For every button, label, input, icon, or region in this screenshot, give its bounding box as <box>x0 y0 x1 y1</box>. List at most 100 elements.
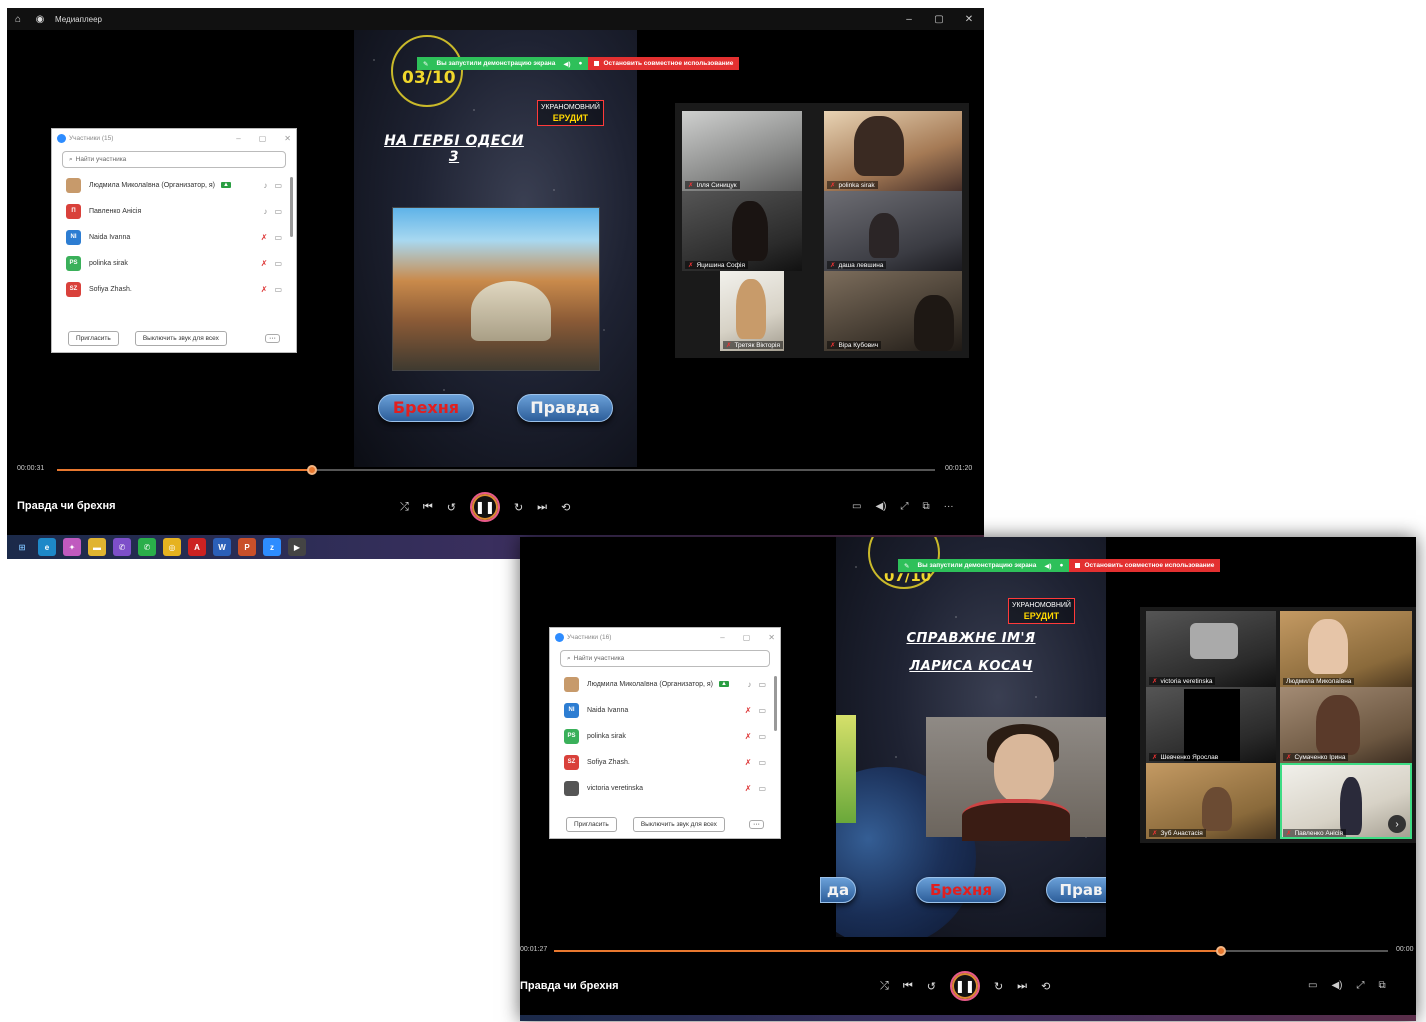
rewind-10-icon[interactable]: ↺ <box>447 501 456 514</box>
minimize-button[interactable]: – <box>894 14 924 25</box>
answer-truth-button[interactable]: Прав <box>1046 877 1106 903</box>
seek-bar[interactable] <box>554 946 1388 956</box>
volume-icon[interactable]: ◀) <box>875 501 886 512</box>
next-icon[interactable]: ⏭ <box>537 501 547 514</box>
chrome-icon[interactable]: ◎ <box>163 538 181 556</box>
maximize-button[interactable]: ▢ <box>924 14 954 25</box>
camera-icon[interactable]: ▭ <box>758 706 766 715</box>
mic-icon[interactable]: ♪ <box>747 680 751 689</box>
camera-icon[interactable]: ▭ <box>758 732 766 741</box>
participant-search-input[interactable]: ⌕ Найти участника <box>62 151 286 168</box>
minimize-icon[interactable]: – <box>236 134 240 143</box>
muted-mic-icon[interactable]: ✗ <box>745 758 752 767</box>
video-tile[interactable]: ✗ даша левшина <box>824 191 962 271</box>
forward-30-icon[interactable]: ↻ <box>994 980 1003 993</box>
camera-icon[interactable]: ▭ <box>274 233 282 242</box>
participant-row[interactable]: PS polinka sirak ✗ ▭ <box>52 250 296 276</box>
close-icon[interactable]: ✕ <box>768 633 775 642</box>
stop-sharing-button[interactable]: Остановить совместное использование <box>588 57 740 70</box>
pause-button[interactable]: ❚❚ <box>469 492 500 522</box>
repeat-icon[interactable]: ⟲ <box>1041 980 1050 993</box>
miniplayer-icon[interactable]: ⧉ <box>1378 980 1385 991</box>
participant-row[interactable]: PS polinka sirak ✗ ▭ <box>550 723 780 749</box>
mic-icon[interactable]: ♪ <box>263 181 267 190</box>
video-tile[interactable]: ✗ Шевченко Ярослав <box>1146 687 1276 763</box>
participant-row[interactable]: NI Naida Ivanna ✗ ▭ <box>52 224 296 250</box>
edge-icon[interactable]: e <box>38 538 56 556</box>
camera-icon[interactable]: ▭ <box>758 758 766 767</box>
pause-button[interactable]: ❚❚ <box>949 971 980 1001</box>
video-tile[interactable]: ✗ Яцишина Софія <box>682 191 802 271</box>
more-icon[interactable]: ··· <box>944 501 954 512</box>
more-options-button[interactable]: ··· <box>265 334 280 343</box>
mute-all-button[interactable]: Выключить звук для всех <box>134 331 227 346</box>
whatsapp-icon[interactable]: ✆ <box>138 538 156 556</box>
participant-row[interactable]: Людмила Миколаївна (Организатор, я) ▲ ♪ ▭ <box>52 172 296 198</box>
home-icon[interactable]: ⌂ <box>7 14 29 25</box>
more-options-button[interactable]: ··· <box>749 820 764 829</box>
video-tile[interactable]: Людмила Миколаївна <box>1280 611 1412 687</box>
muted-mic-icon[interactable]: ✗ <box>745 732 752 741</box>
answer-lie-button[interactable]: Брехня <box>916 877 1006 903</box>
participants-scrollbar[interactable] <box>774 676 777 731</box>
participant-row[interactable]: SZ Sofiya Zhash. ✗ ▭ <box>550 749 780 775</box>
answer-truth-button[interactable]: Правда <box>517 394 613 422</box>
camera-icon[interactable]: ▭ <box>274 181 282 190</box>
subtitles-icon[interactable]: ▭ <box>1308 980 1317 991</box>
seek-bar[interactable] <box>57 465 935 475</box>
muted-mic-icon[interactable]: ✗ <box>261 259 268 268</box>
minimize-icon[interactable]: – <box>720 633 724 642</box>
muted-mic-icon[interactable]: ✗ <box>745 784 752 793</box>
repeat-icon[interactable]: ⟲ <box>561 501 570 514</box>
muted-mic-icon[interactable]: ✗ <box>745 706 752 715</box>
file-explorer-icon[interactable]: ▬ <box>88 538 106 556</box>
close-icon[interactable]: ✕ <box>284 134 291 143</box>
participant-row[interactable]: Людмила Миколаївна (Организатор, я) ▲ ♪ ▭ <box>550 671 780 697</box>
seek-knob[interactable] <box>306 465 317 475</box>
muted-mic-icon[interactable]: ✗ <box>261 233 268 242</box>
powerpoint-icon[interactable]: P <box>238 538 256 556</box>
video-tile-active[interactable]: ✗ Павленко Анісія › <box>1280 763 1412 839</box>
camera-icon[interactable]: ▭ <box>274 285 282 294</box>
viber-icon[interactable]: ✆ <box>113 538 131 556</box>
zoom-icon[interactable]: z <box>263 538 281 556</box>
answer-lie-button[interactable]: Брехня <box>378 394 474 422</box>
seek-knob[interactable] <box>1216 946 1227 956</box>
word-icon[interactable]: W <box>213 538 231 556</box>
participant-row[interactable]: NI Naida Ivanna ✗ ▭ <box>550 697 780 723</box>
shuffle-icon[interactable]: ⤮ <box>880 980 889 993</box>
shuffle-icon[interactable]: ⤮ <box>400 501 409 514</box>
video-tile[interactable]: ✗ polinka sirak <box>824 111 962 191</box>
video-tile[interactable]: ✗ Сумаченко Ірина <box>1280 687 1412 763</box>
camera-icon[interactable]: ▭ <box>758 784 766 793</box>
miniplayer-icon[interactable]: ⧉ <box>922 501 929 512</box>
participant-search-input[interactable]: ⌕ Найти участника <box>560 650 770 667</box>
stop-sharing-button[interactable]: Остановить совместное использование <box>1069 559 1221 572</box>
maximize-icon[interactable]: ▢ <box>259 134 267 143</box>
gallery-next-icon[interactable]: › <box>1388 815 1406 833</box>
invite-button[interactable]: Пригласить <box>68 331 119 346</box>
camera-icon[interactable]: ▭ <box>274 207 282 216</box>
fullscreen-icon[interactable]: ⤢ <box>1356 980 1364 991</box>
rewind-10-icon[interactable]: ↺ <box>927 980 936 993</box>
next-icon[interactable]: ⏭ <box>1017 980 1027 993</box>
windows-start-icon[interactable]: ⊞ <box>13 538 31 556</box>
video-tile[interactable]: ✗ Зуб Анастасія <box>1146 763 1276 839</box>
previous-icon[interactable]: ⏮ <box>423 501 433 514</box>
invite-button[interactable]: Пригласить <box>566 817 617 832</box>
participants-scrollbar[interactable] <box>290 177 293 237</box>
fullscreen-icon[interactable]: ⤢ <box>900 501 908 512</box>
camera-icon[interactable]: ▭ <box>758 680 766 689</box>
media-player-taskbar-icon[interactable]: ▶ <box>288 538 306 556</box>
muted-mic-icon[interactable]: ✗ <box>261 285 268 294</box>
participant-row[interactable]: П Павленко Анісія ♪ ▭ <box>52 198 296 224</box>
video-tile[interactable]: ✗ Третяк Вікторія <box>720 271 784 351</box>
copilot-icon[interactable]: ✦ <box>63 538 81 556</box>
volume-icon[interactable]: ◀) <box>1331 980 1342 991</box>
video-tile[interactable]: ✗ Ілля Синицук <box>682 111 802 191</box>
mic-icon[interactable]: ♪ <box>263 207 267 216</box>
participant-row[interactable]: victoria veretinska ✗ ▭ <box>550 775 780 801</box>
close-button[interactable]: ✕ <box>954 14 984 25</box>
participant-row[interactable]: SZ Sofiya Zhash. ✗ ▭ <box>52 276 296 302</box>
mute-all-button[interactable]: Выключить звук для всех <box>632 817 725 832</box>
